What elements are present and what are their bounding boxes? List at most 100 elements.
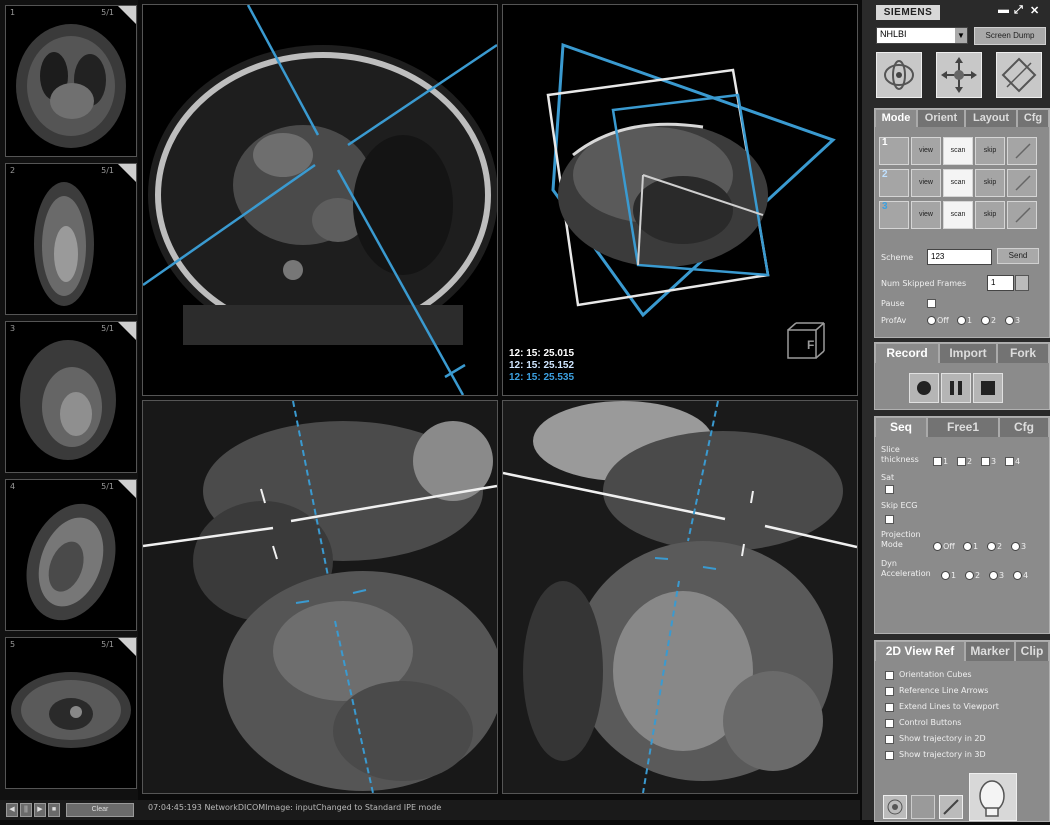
stop-small-button[interactable]: ■ xyxy=(48,803,60,817)
plane-tool-button[interactable] xyxy=(996,52,1042,98)
thumbnail-column: 1 5/1 2 5/1 3 5/1 4 5/1 5 5/1 xyxy=(0,0,138,800)
projection-radio-1[interactable] xyxy=(963,542,972,551)
thumbnail-frames: 5/1 xyxy=(101,166,114,175)
tab-free1[interactable]: Free1 xyxy=(927,417,999,437)
extend-lines-checkbox[interactable] xyxy=(885,703,894,712)
dyn-acceleration-label: Dyn Acceleration xyxy=(881,559,931,578)
sat-checkbox[interactable] xyxy=(885,485,894,494)
tab-layout[interactable]: Layout xyxy=(965,109,1017,127)
viewport-long-axis[interactable] xyxy=(142,400,498,794)
profav-radio-2[interactable] xyxy=(981,316,990,325)
pause-checkbox[interactable] xyxy=(927,299,936,308)
view-tool-button-3[interactable] xyxy=(939,795,963,819)
thumbnail-series-4[interactable]: 4 5/1 xyxy=(5,479,137,631)
tab-2d-view-ref[interactable]: 2D View Ref xyxy=(875,641,965,661)
tab-import[interactable]: Import xyxy=(939,343,997,363)
slice-thickness-option-2: 2 xyxy=(967,457,973,466)
slice-thickness-check-1[interactable] xyxy=(933,457,942,466)
trajectory-3d-checkbox[interactable] xyxy=(885,751,894,760)
scheme-input[interactable]: 123 xyxy=(927,249,992,265)
head-view-button[interactable] xyxy=(969,773,1017,821)
dyn-radio-4[interactable] xyxy=(1013,571,1022,580)
viewport-axial[interactable] xyxy=(142,4,498,396)
slice-row-2-scan[interactable]: scan xyxy=(943,169,973,197)
thumbnail-series-2[interactable]: 2 5/1 xyxy=(5,163,137,315)
stop-button[interactable] xyxy=(973,373,1003,403)
slice-thickness-check-4[interactable] xyxy=(1005,457,1014,466)
slice-row-1-edit[interactable] xyxy=(1007,137,1037,165)
viewport-3d[interactable]: F 12: 15: 25.015 12: 15: 25.152 12: 15: … xyxy=(502,4,858,396)
maximize-icon[interactable]: ⤢ xyxy=(1014,4,1023,17)
control-panel: SIEMENS ▬ ⤢ ✕ NHLBI ▼ Screen Dump Mode O… xyxy=(862,0,1050,822)
clear-button[interactable]: Clear xyxy=(66,803,134,817)
profav-radio-1[interactable] xyxy=(957,316,966,325)
reference-line-arrows-checkbox[interactable] xyxy=(885,687,894,696)
thumbnail-series-1[interactable]: 1 5/1 xyxy=(5,5,137,157)
control-buttons-checkbox[interactable] xyxy=(885,719,894,728)
slice-row-2-edit[interactable] xyxy=(1007,169,1037,197)
pause-small-button[interactable]: || xyxy=(20,803,32,817)
mri-axial-image xyxy=(143,5,497,395)
num-skipped-frames-input[interactable]: 1 xyxy=(987,275,1014,291)
tab-marker[interactable]: Marker xyxy=(965,641,1015,661)
slice-row-1-view[interactable]: view xyxy=(911,137,941,165)
trajectory-2d-checkbox[interactable] xyxy=(885,735,894,744)
slice-row-1-index[interactable]: 1 xyxy=(879,137,909,165)
site-select[interactable]: NHLBI ▼ xyxy=(876,27,968,44)
screen-dump-button[interactable]: Screen Dump xyxy=(974,27,1046,45)
play-button[interactable]: ▶ xyxy=(34,803,46,817)
dyn-radio-2[interactable] xyxy=(965,571,974,580)
view-tool-button-1[interactable] xyxy=(883,795,907,819)
spinner-icon[interactable] xyxy=(1015,275,1029,291)
view-tool-button-2[interactable] xyxy=(911,795,935,819)
thumbnail-series-5[interactable]: 5 5/1 xyxy=(5,637,137,789)
profav-radio-3[interactable] xyxy=(1005,316,1014,325)
tab-fork[interactable]: Fork xyxy=(997,343,1049,363)
timestamp-plane-3: 12: 15: 25.535 xyxy=(509,372,575,383)
profav-radio-off[interactable] xyxy=(927,316,936,325)
thumbnail-series-3[interactable]: 3 5/1 xyxy=(5,321,137,473)
dyn-radio-1[interactable] xyxy=(941,571,950,580)
slice-thickness-label: Slice thickness xyxy=(881,445,919,464)
skip-ecg-checkbox[interactable] xyxy=(885,515,894,524)
slice-row-2-skip[interactable]: skip xyxy=(975,169,1005,197)
projection-radio-off[interactable] xyxy=(933,542,942,551)
tab-cfg[interactable]: Cfg xyxy=(1017,109,1049,127)
slice-row-2-index[interactable]: 2 xyxy=(879,169,909,197)
pan-tool-button[interactable] xyxy=(936,52,982,98)
slice-row-3-skip[interactable]: skip xyxy=(975,201,1005,229)
slice-row-3-scan[interactable]: scan xyxy=(943,201,973,229)
slice-thickness-check-2[interactable] xyxy=(957,457,966,466)
projection-radio-3[interactable] xyxy=(1011,542,1020,551)
slice-row-1-skip[interactable]: skip xyxy=(975,137,1005,165)
tab-clip[interactable]: Clip xyxy=(1015,641,1049,661)
thumbnail-frames: 5/1 xyxy=(101,482,114,491)
slice-row-1-scan[interactable]: scan xyxy=(943,137,973,165)
tab-seq-cfg[interactable]: Cfg xyxy=(999,417,1049,437)
viewport-short-axis[interactable] xyxy=(502,400,858,794)
slice-row-3-view[interactable]: view xyxy=(911,201,941,229)
slice-thickness-check-3[interactable] xyxy=(981,457,990,466)
rewind-button[interactable]: ◀ xyxy=(6,803,18,817)
tab-seq[interactable]: Seq xyxy=(875,417,927,437)
slice-row-3-edit[interactable] xyxy=(1007,201,1037,229)
thumbnail-image xyxy=(20,340,116,460)
minimize-icon[interactable]: ▬ xyxy=(998,4,1009,16)
projection-radio-2[interactable] xyxy=(987,542,996,551)
close-icon[interactable]: ✕ xyxy=(1030,4,1039,17)
pause-label: Pause xyxy=(881,299,905,308)
tab-mode[interactable]: Mode xyxy=(875,109,917,127)
orientation-cubes-checkbox[interactable] xyxy=(885,671,894,680)
pencil-icon xyxy=(1015,143,1031,159)
pause-button[interactable] xyxy=(941,373,971,403)
dyn-radio-3[interactable] xyxy=(989,571,998,580)
slice-row-2-view[interactable]: view xyxy=(911,169,941,197)
record-button[interactable] xyxy=(909,373,939,403)
tab-record[interactable]: Record xyxy=(875,343,939,363)
trajectory-3d-label: Show trajectory in 3D xyxy=(899,750,986,759)
send-button[interactable]: Send xyxy=(997,248,1039,264)
rotate-tool-button[interactable] xyxy=(876,52,922,98)
view-ref-tabbar: 2D View Ref Marker Clip xyxy=(875,641,1049,661)
slice-row-3-index[interactable]: 3 xyxy=(879,201,909,229)
tab-orient[interactable]: Orient xyxy=(917,109,965,127)
